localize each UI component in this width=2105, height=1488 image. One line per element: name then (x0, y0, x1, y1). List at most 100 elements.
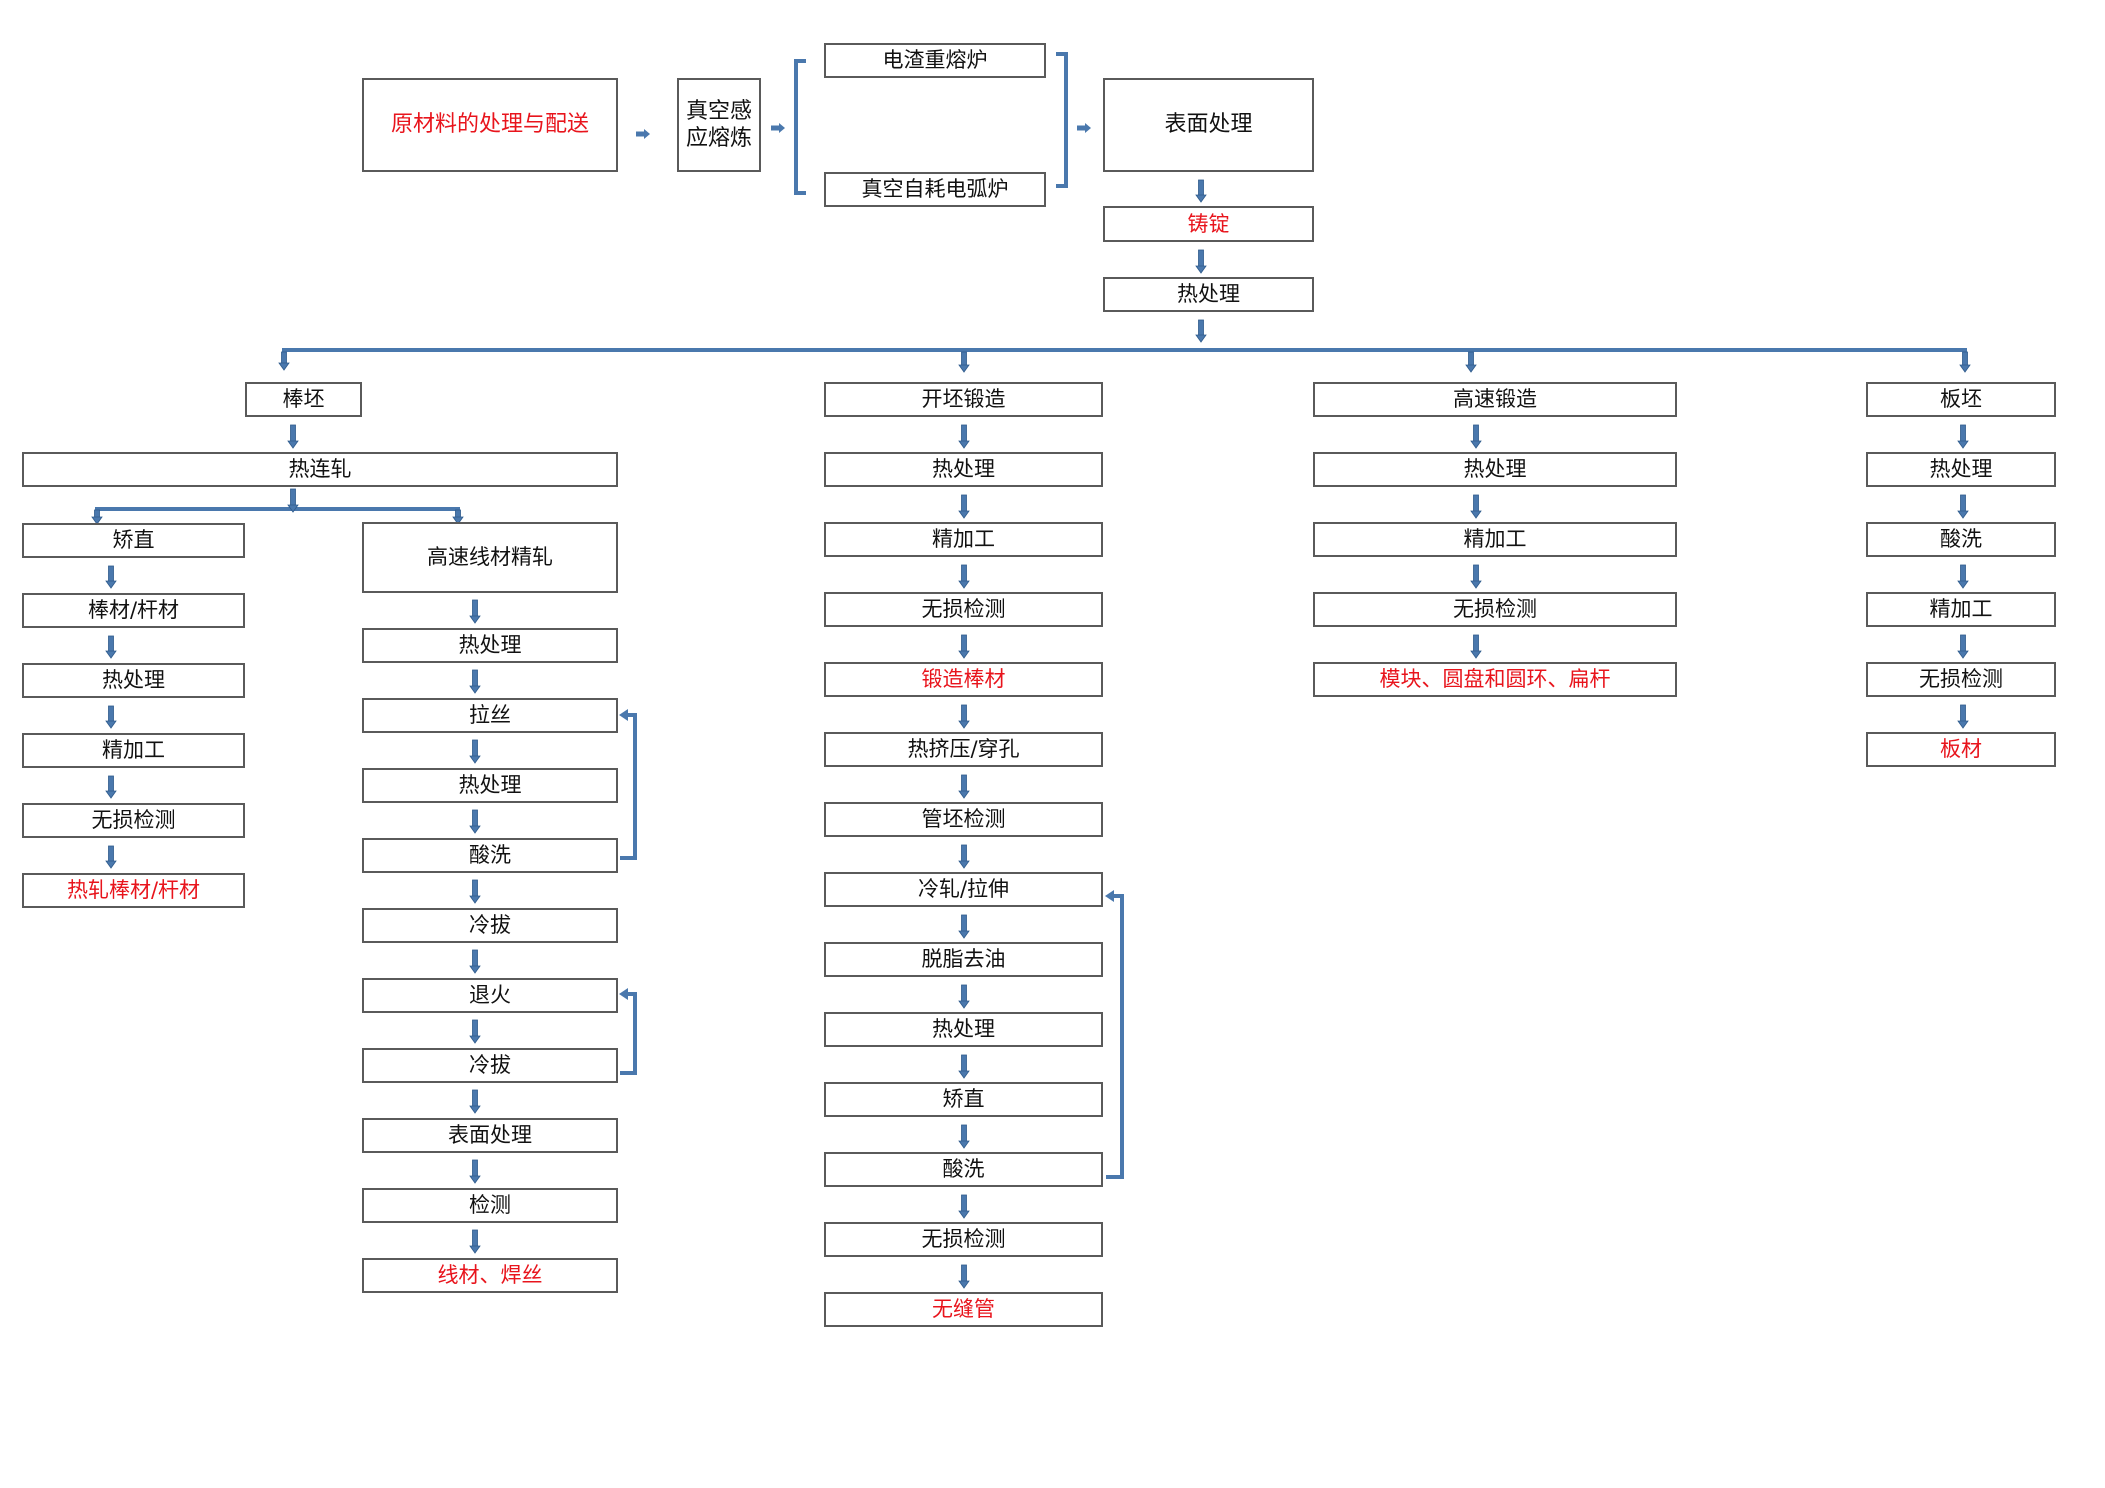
loop-arrow-head-icon (619, 709, 628, 721)
forge-step: 无缝管 (824, 1292, 1103, 1327)
forge-step: 热挤压/穿孔 (824, 732, 1103, 767)
highspeed-step: 热处理 (1313, 452, 1677, 487)
down-arrow-icon (958, 1194, 970, 1219)
plate-step: 无损检测 (1866, 662, 2056, 697)
esr-box: 电渣重熔炉 (824, 43, 1046, 78)
vim-label: 真空感应熔炼 (686, 98, 753, 152)
wire-step: 热处理 (362, 768, 618, 803)
bar-straight-step: 热处理 (22, 663, 245, 698)
down-arrow-icon (1957, 634, 1969, 659)
forge-step: 无损检测 (824, 1222, 1103, 1257)
wire-step: 酸洗 (362, 838, 618, 873)
ingot-box: 铸锭 (1103, 206, 1314, 242)
forge-step: 冷轧/拉伸 (824, 872, 1103, 907)
plate-step: 板坯 (1866, 382, 2056, 417)
down-arrow-icon (1957, 424, 1969, 449)
down-arrow-icon (278, 351, 290, 371)
down-arrow-icon (958, 1054, 970, 1079)
plate-step: 热处理 (1866, 452, 2056, 487)
bar-straight-step: 棒材/杆材 (22, 593, 245, 628)
down-arrow-icon (1470, 634, 1482, 659)
wire-step: 线材、焊丝 (362, 1258, 618, 1293)
right-bracket (1056, 52, 1068, 188)
forge-step: 热处理 (824, 452, 1103, 487)
forge-step: 无损检测 (824, 592, 1103, 627)
forge-step: 管坯检测 (824, 802, 1103, 837)
down-arrow-icon (1957, 494, 1969, 519)
wire-step: 检测 (362, 1188, 618, 1223)
highspeed-step: 精加工 (1313, 522, 1677, 557)
wire-step: 热处理 (362, 628, 618, 663)
down-arrow-icon (105, 845, 117, 869)
down-arrow-icon (958, 984, 970, 1009)
down-arrow-icon (1957, 704, 1969, 729)
right-arrow-icon (636, 129, 650, 139)
wire-step: 冷拔 (362, 1048, 618, 1083)
down-arrow-icon (469, 1019, 481, 1044)
bar-straight-step: 精加工 (22, 733, 245, 768)
down-arrow-icon (105, 565, 117, 589)
right-arrow-icon (771, 123, 785, 133)
down-arrow-icon (958, 704, 970, 729)
forge-step: 脱脂去油 (824, 942, 1103, 977)
down-arrow-icon (958, 1264, 970, 1289)
down-arrow-icon (287, 424, 299, 449)
down-arrow-icon (1470, 564, 1482, 589)
forge-step: 精加工 (824, 522, 1103, 557)
vim-box: 真空感应熔炼 (677, 78, 761, 172)
down-arrow-icon (958, 564, 970, 589)
down-arrow-icon (91, 509, 103, 525)
wire-step: 退火 (362, 978, 618, 1013)
down-arrow-icon (958, 844, 970, 869)
down-arrow-icon (469, 1089, 481, 1114)
down-arrow-icon (105, 705, 117, 729)
left-bracket (794, 59, 806, 195)
down-arrow-icon (958, 914, 970, 939)
forge-step: 酸洗 (824, 1152, 1103, 1187)
wire-step: 高速线材精轧 (362, 522, 618, 593)
forge-step: 热处理 (824, 1012, 1103, 1047)
down-arrow-icon (958, 1124, 970, 1149)
split-line (95, 507, 460, 522)
loop-arrow-head-icon (619, 988, 628, 1000)
highspeed-step: 无损检测 (1313, 592, 1677, 627)
down-arrow-icon (1465, 351, 1477, 373)
raw-material-box: 原材料的处理与配送 (362, 78, 618, 172)
down-arrow-icon (1195, 249, 1207, 274)
down-arrow-icon (1195, 179, 1207, 203)
bar-straight-step: 热轧棒材/杆材 (22, 873, 245, 908)
down-arrow-icon (1470, 424, 1482, 449)
wire-loop-2 (620, 992, 637, 1075)
wire-loop-1 (620, 713, 637, 860)
down-arrow-icon (469, 669, 481, 694)
forge-loop (1106, 894, 1124, 1179)
wire-step: 拉丝 (362, 698, 618, 733)
down-arrow-icon (469, 1229, 481, 1254)
down-arrow-icon (958, 351, 970, 373)
down-arrow-icon (1957, 564, 1969, 589)
down-arrow-icon (1195, 319, 1207, 343)
heat-treatment-box: 热处理 (1103, 277, 1314, 312)
plate-step: 板材 (1866, 732, 2056, 767)
billet-box: 棒坯 (245, 382, 362, 417)
down-arrow-icon (958, 494, 970, 519)
bar-straight-step: 矫直 (22, 523, 245, 558)
surface-treatment-box: 表面处理 (1103, 78, 1314, 172)
down-arrow-icon (958, 774, 970, 799)
down-arrow-icon (469, 599, 481, 624)
plate-step: 酸洗 (1866, 522, 2056, 557)
down-arrow-icon (469, 739, 481, 764)
hot-continuous-rolling-box: 热连轧 (22, 452, 618, 487)
down-arrow-icon (469, 809, 481, 834)
down-arrow-icon (469, 949, 481, 974)
bar-straight-step: 无损检测 (22, 803, 245, 838)
down-arrow-icon (1470, 494, 1482, 519)
down-arrow-icon (958, 634, 970, 659)
var-box: 真空自耗电弧炉 (824, 172, 1046, 207)
forge-step: 矫直 (824, 1082, 1103, 1117)
down-arrow-icon (1959, 351, 1971, 373)
distribution-line (282, 348, 1967, 368)
forge-step: 开坯锻造 (824, 382, 1103, 417)
down-arrow-icon (469, 879, 481, 904)
wire-step: 表面处理 (362, 1118, 618, 1153)
